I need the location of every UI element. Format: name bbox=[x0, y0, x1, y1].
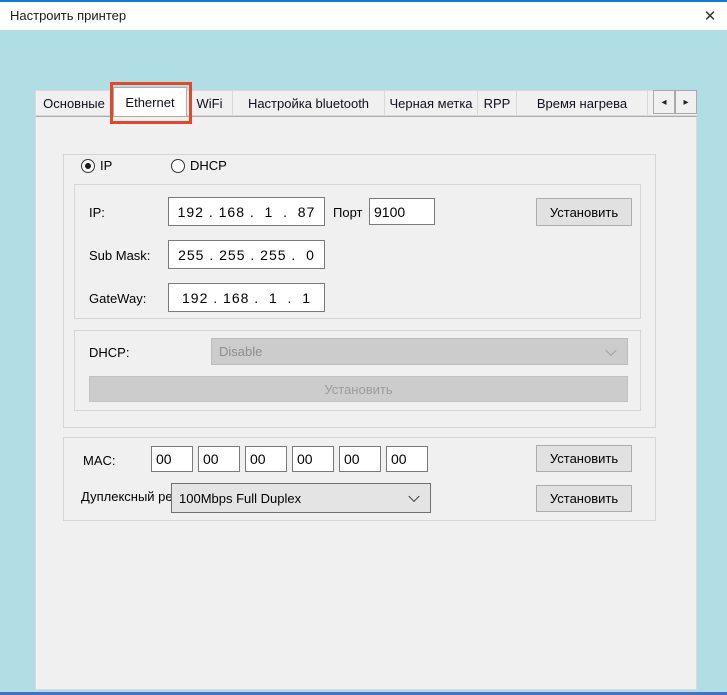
chevron-down-icon bbox=[605, 344, 616, 355]
gateway-label: GateWay: bbox=[89, 291, 146, 306]
mac-octet-2-input[interactable] bbox=[198, 446, 240, 472]
mac-octet-5-input[interactable] bbox=[339, 446, 381, 472]
ip-label: IP: bbox=[89, 205, 105, 220]
mac-octet-1-input[interactable] bbox=[151, 446, 193, 472]
radio-dhcp-circle bbox=[171, 159, 185, 173]
mac-octet-4-input[interactable] bbox=[292, 446, 334, 472]
radio-ip[interactable]: IP bbox=[81, 158, 112, 173]
radio-dhcp-label: DHCP bbox=[190, 158, 227, 173]
tab-heating-time[interactable]: Время нагрева bbox=[517, 90, 648, 116]
duplex-dropdown-value: 100Mbps Full Duplex bbox=[179, 491, 301, 506]
chevron-down-icon bbox=[408, 491, 419, 502]
set-mac-button[interactable]: Установить bbox=[536, 445, 632, 472]
printer-settings-dialog: Настроить принтер ✕ Основные Ethernet Wi… bbox=[0, 0, 727, 695]
window-title: Настроить принтер bbox=[10, 2, 126, 30]
mac-octet-3-input[interactable] bbox=[245, 446, 287, 472]
set-duplex-button[interactable]: Установить bbox=[536, 485, 632, 512]
tab-rpp[interactable]: RPP bbox=[478, 90, 517, 116]
tab-bluetooth[interactable]: Настройка bluetooth bbox=[233, 90, 385, 116]
tab-osnovnye[interactable]: Основные bbox=[35, 90, 113, 116]
title-bar: Настроить принтер ✕ bbox=[0, 2, 727, 30]
close-icon[interactable]: ✕ bbox=[698, 5, 722, 29]
tab-ethernet[interactable]: Ethernet bbox=[113, 87, 187, 116]
set-dhcp-button: Установить bbox=[89, 376, 628, 402]
tab-scroll-buttons: ◂ ▸ bbox=[653, 90, 697, 114]
tab-scroll-left-icon[interactable]: ◂ bbox=[653, 90, 675, 114]
dhcp-dropdown-value: Disable bbox=[219, 344, 262, 359]
mac-label: MAC: bbox=[83, 453, 116, 468]
port-label: Порт bbox=[333, 205, 362, 220]
dialog-body: Основные Ethernet WiFi Настройка bluetoo… bbox=[0, 30, 727, 692]
submask-input[interactable] bbox=[168, 240, 325, 269]
radio-dhcp[interactable]: DHCP bbox=[171, 158, 227, 173]
tab-wifi[interactable]: WiFi bbox=[187, 90, 233, 116]
dhcp-label: DHCP: bbox=[89, 345, 129, 360]
radio-ip-label: IP bbox=[100, 158, 112, 173]
tab-strip: Основные Ethernet WiFi Настройка bluetoo… bbox=[35, 87, 697, 116]
duplex-dropdown[interactable]: 100Mbps Full Duplex bbox=[171, 483, 431, 513]
submask-label: Sub Mask: bbox=[89, 248, 150, 263]
gateway-input[interactable] bbox=[168, 283, 325, 312]
set-ip-button[interactable]: Установить bbox=[536, 198, 632, 226]
tab-scroll-right-icon[interactable]: ▸ bbox=[675, 90, 697, 114]
duplex-label: Дуплексный режи bbox=[81, 489, 172, 504]
mac-octet-6-input[interactable] bbox=[386, 446, 428, 472]
ethernet-tab-page: IP DHCP IP: Порт Установить Sub Mask: Ga… bbox=[35, 116, 697, 690]
tab-black-mark[interactable]: Черная метка bbox=[385, 90, 478, 116]
dhcp-dropdown: Disable bbox=[211, 338, 628, 365]
tabs-row: Основные Ethernet WiFi Настройка bluetoo… bbox=[35, 87, 697, 116]
port-input[interactable] bbox=[369, 198, 435, 225]
radio-ip-circle bbox=[81, 159, 95, 173]
ip-input[interactable] bbox=[168, 197, 325, 226]
